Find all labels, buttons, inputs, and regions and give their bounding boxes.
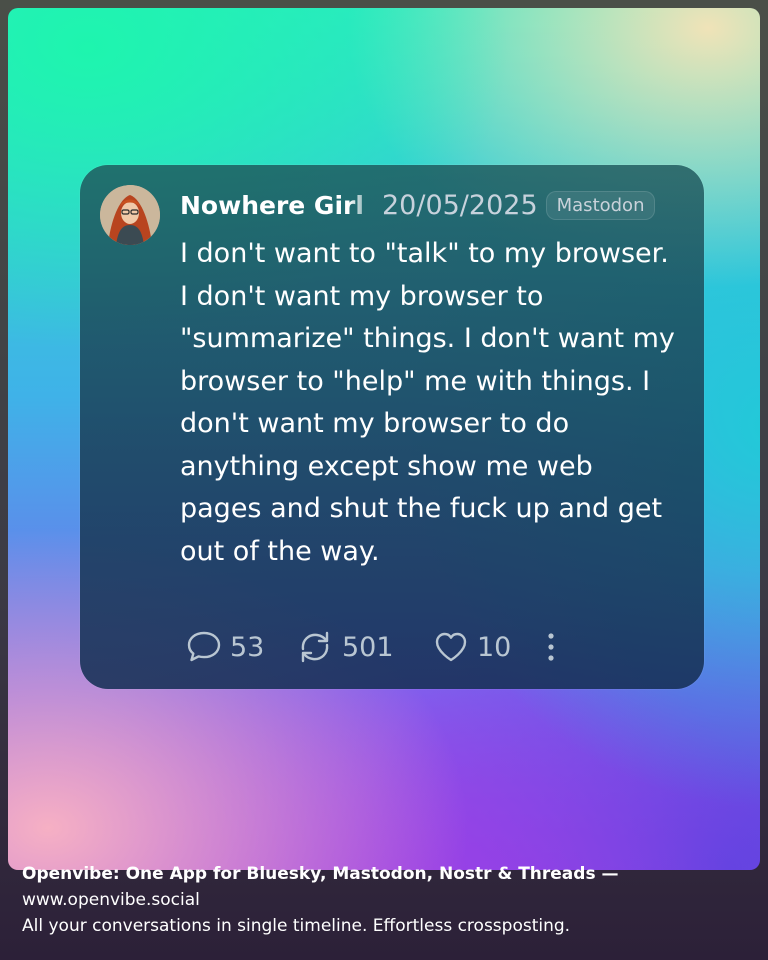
post-text: I don't want to "talk" to my browser. I … [180,238,675,567]
author-name[interactable]: Nowhere Girl [180,191,378,220]
caption-title: Openvibe: One App for Bluesky, Mastodon,… [22,864,619,884]
post-date[interactable]: 20/05/2025 [382,190,538,221]
platform-badge: Mastodon [545,190,656,220]
heart-icon [433,630,469,664]
reply-button[interactable]: 53 [186,630,296,664]
boost-count: 501 [342,631,394,663]
like-button[interactable]: 10 [433,630,545,664]
caption-link[interactable]: www.openvibe.social [22,887,752,913]
post-actions: 53 501 10 [186,627,557,667]
gradient-background: Nowhere Girl 20/05/2025 Mastodon I don't… [8,8,760,870]
reply-count: 53 [230,631,265,663]
screenshot-frame: Nowhere Girl 20/05/2025 Mastodon I don't… [0,0,768,960]
boost-button[interactable]: 501 [296,629,433,665]
caption: Openvibe: One App for Bluesky, Mastodon,… [22,861,752,939]
repost-arrows-icon [296,629,334,665]
post-card[interactable]: Nowhere Girl 20/05/2025 Mastodon I don't… [80,165,704,689]
caption-tagline: All your conversations in single timelin… [22,916,571,936]
like-count: 10 [477,631,512,663]
speech-bubble-icon [186,630,222,664]
post-header: Nowhere Girl 20/05/2025 Mastodon [180,185,656,225]
vertical-ellipsis-icon[interactable] [545,630,557,664]
avatar[interactable] [100,185,160,245]
